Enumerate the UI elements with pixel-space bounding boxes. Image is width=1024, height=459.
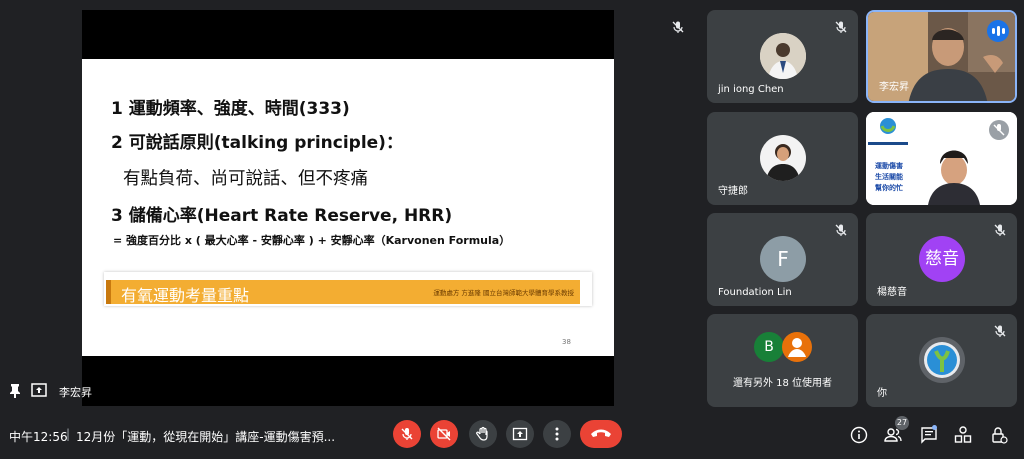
speaking-indicator-icon xyxy=(987,20,1009,42)
host-controls-icon[interactable] xyxy=(990,426,1008,444)
slide-line-4: 3 儲備心率(Heart Rate Reserve, HRR) xyxy=(111,206,453,226)
mic-off-icon xyxy=(989,120,1009,140)
participant-tile[interactable]: 運動傷害 生活關能 幫你的忙 xyxy=(866,112,1017,205)
slide-banner: 有氧運動考量重點 運動處方 方進隆 國立台灣師範大學體育學系教授 xyxy=(104,272,592,306)
mic-toggle-button[interactable] xyxy=(393,420,421,448)
participant-name: 李宏昇 xyxy=(879,82,909,93)
slide: 1 運動頻率、強度、時間(333) 2 可說話原則(talking princi… xyxy=(82,59,614,356)
participant-name: 守捷郎 xyxy=(718,186,748,197)
participant-tile[interactable]: 慈音 楊慈音 xyxy=(866,213,1017,306)
presenter-name: 李宏昇 xyxy=(59,386,92,399)
pin-icon[interactable] xyxy=(8,383,22,399)
activities-icon[interactable] xyxy=(954,426,972,444)
participant-tile[interactable]: jin iong Chen xyxy=(707,10,858,103)
logo-text: 運動傷害 生活關能 幫你的忙 xyxy=(875,162,903,192)
camera-off-icon xyxy=(437,427,451,441)
present-now-icon xyxy=(512,427,528,441)
other-participants-tile[interactable]: B 還有另外 18 位使用者 xyxy=(707,314,858,407)
presentation-stage: 1 運動頻率、強度、時間(333) 2 可說話原則(talking princi… xyxy=(82,10,614,406)
more-options-icon xyxy=(555,427,559,441)
avatar xyxy=(760,33,806,79)
mic-off-icon xyxy=(994,224,1006,236)
participant-name: Foundation Lin xyxy=(718,287,792,298)
other-participants-label: 還有另外 18 位使用者 xyxy=(732,378,833,389)
leave-call-button[interactable] xyxy=(580,420,622,448)
more-options-button[interactable] xyxy=(543,420,571,448)
participant-name: 你 xyxy=(877,388,887,399)
banner-title: 有氧運動考量重點 xyxy=(121,286,250,305)
slide-line-2: 2 可說話原則(talking principle)： xyxy=(111,133,403,153)
present-now-button[interactable] xyxy=(506,420,534,448)
participant-name: jin iong Chen xyxy=(718,84,784,95)
avatar xyxy=(919,337,965,383)
meeting-title: 12月份「運動，從現在開始」講座-運動傷害預... xyxy=(76,430,336,444)
mic-off-icon xyxy=(672,21,684,33)
raise-hand-icon xyxy=(476,426,488,441)
participant-name: 楊慈音 xyxy=(877,287,907,298)
leave-call-icon xyxy=(591,429,611,437)
self-tile[interactable]: 你 xyxy=(866,314,1017,407)
clock: 中午12:56 xyxy=(9,430,68,444)
mic-off-icon xyxy=(835,21,847,33)
avatar: B xyxy=(754,332,784,362)
mic-off-icon xyxy=(835,224,847,236)
separator: | xyxy=(66,427,71,441)
mic-off-icon xyxy=(401,428,413,440)
slide-formula: = 強度百分比 x ( 最大心率 - 安靜心率 ) + 安靜心率（Karvone… xyxy=(113,234,511,247)
slide-page-number: 38 xyxy=(562,338,571,346)
present-icon xyxy=(31,383,47,397)
participant-tile[interactable]: F Foundation Lin xyxy=(707,213,858,306)
avatar: 慈音 xyxy=(919,236,965,282)
raise-hand-button[interactable] xyxy=(469,420,497,448)
participant-tile[interactable]: 李宏昇 xyxy=(866,10,1017,103)
chat-notification-dot xyxy=(932,425,937,430)
slide-line-3: 有點負荷、尚可說話、但不疼痛 xyxy=(123,169,368,189)
avatar xyxy=(782,332,812,362)
info-icon[interactable] xyxy=(850,426,868,444)
people-count-badge: 27 xyxy=(895,416,909,430)
avatar xyxy=(760,135,806,181)
bottom-toolbar: 中午12:56 | 12月份「運動，從現在開始」講座-運動傷害預... 27 xyxy=(0,412,1024,459)
camera-toggle-button[interactable] xyxy=(430,420,458,448)
slide-line-1: 1 運動頻率、強度、時間(333) xyxy=(111,99,350,119)
mic-off-icon xyxy=(994,325,1006,337)
avatar: F xyxy=(760,236,806,282)
participant-tile[interactable]: 守捷郎 xyxy=(707,112,858,205)
banner-note: 運動處方 方進隆 國立台灣師範大學體育學系教授 xyxy=(433,289,574,297)
